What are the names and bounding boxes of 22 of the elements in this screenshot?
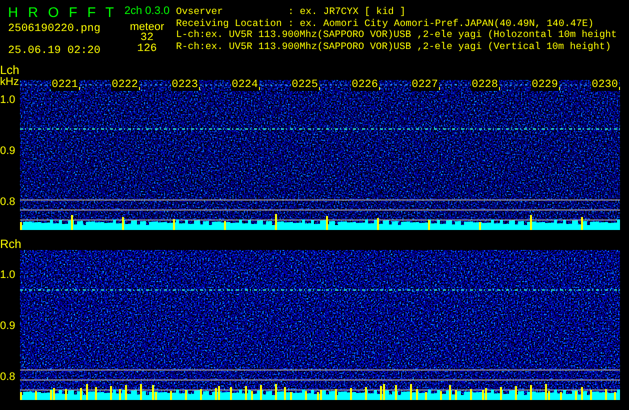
meteor-count: 32 (140, 33, 154, 44)
date-time: 25.06.19 02:20 (8, 45, 102, 57)
meteor-count: 126 (137, 44, 157, 55)
channel-label: Rch (0, 238, 20, 250)
axis-tick-label: 0.8 (0, 196, 16, 208)
file-name: 2506190220.png (8, 23, 102, 35)
unit-label: kHz (0, 76, 20, 88)
version-label: 2ch 0.3.0 (124, 4, 170, 18)
axis-tick-label: 0.8 (0, 371, 16, 383)
meteor-label: meteor (130, 21, 164, 33)
axis-tick-label: 0.9 (0, 320, 16, 332)
info-value: : ex. Aomori City Aomori-Pref.JAPAN(40.49N, 140.47E) (288, 18, 594, 29)
axis-tick-label: 1.0 (0, 269, 16, 281)
channel-label: Lch (0, 64, 20, 76)
info-value: : ex. JR7CYX [ kid ] (288, 6, 406, 18)
app-title: H R O F F T (8, 4, 115, 20)
info-label: Ovserver (176, 6, 224, 18)
info-label: Receiving Location (176, 18, 283, 29)
axis-tick-label: 0.9 (0, 145, 16, 157)
axis-tick-label: 1.0 (0, 94, 16, 106)
info-line: R-ch:ex. UV5R 113.900Mhz(SAPPORO VOR)USB ,2-ele yagi (Vertical 10m height) (176, 40, 612, 52)
info-line: L-ch:ex. UV5R 113.900Mhz(SAPPORO VOR)USB ,2-ele yagi (Holozontal 10m height (176, 29, 617, 40)
